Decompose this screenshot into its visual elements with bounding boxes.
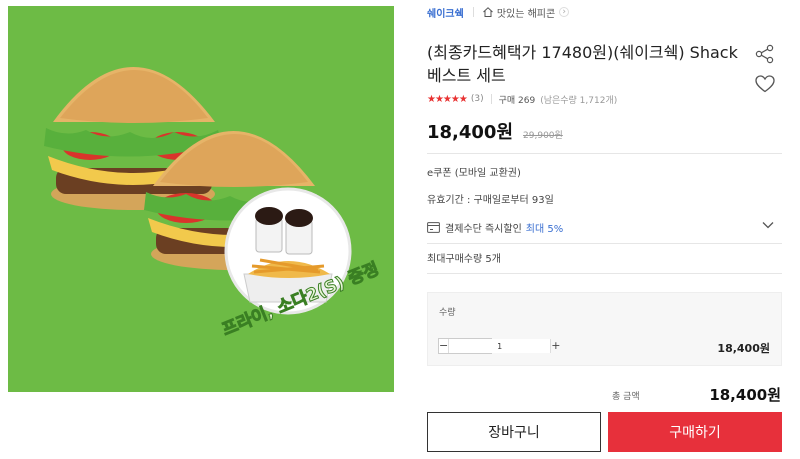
store-link[interactable]: 맛있는 해피콘 — [497, 5, 555, 20]
purchase-count: 구매 269 — [498, 95, 536, 106]
product-image: 프라이, 소다2(S) 증정 — [8, 6, 394, 392]
quantity-input[interactable] — [448, 339, 552, 353]
add-to-cart-button[interactable]: 장바구니 — [427, 412, 601, 452]
discount-label: 결제수단 즉시할인 — [445, 223, 522, 235]
price-row: 18,400원 29,900원 — [427, 118, 563, 143]
divider — [472, 7, 474, 17]
total-label: 총 금액 — [612, 392, 640, 402]
divider — [490, 94, 492, 104]
validity-period: 유효기간 : 구매일로부터 93일 — [427, 195, 554, 206]
star-rating: ★★★★★ — [427, 93, 468, 105]
discount-value: 최대 5% — [525, 223, 564, 235]
sale-price: 18,400원 — [427, 122, 514, 143]
max-purchase-quantity: 최대구매수량 5개 — [427, 254, 501, 265]
heart-icon[interactable] — [754, 74, 776, 94]
review-count-link[interactable]: (3) — [471, 94, 484, 104]
divider — [427, 243, 782, 244]
credit-card-icon — [427, 221, 440, 233]
chevron-right-icon[interactable]: › — [559, 7, 570, 17]
increase-button[interactable]: + — [551, 339, 560, 353]
coupon-type: e쿠폰 (모바일 교환권) — [427, 168, 521, 179]
share-icon[interactable] — [754, 44, 776, 64]
total-price: 18,400원 — [709, 386, 781, 404]
quantity-label: 수량 — [439, 308, 456, 318]
chevron-down-icon[interactable] — [762, 220, 774, 230]
divider — [427, 273, 782, 274]
quantity-box: 수량 − + 18,400원 — [427, 292, 782, 366]
original-price: 29,900원 — [523, 131, 563, 141]
quantity-stepper: − + — [438, 338, 560, 354]
house-icon — [482, 7, 493, 17]
buy-now-button[interactable]: 구매하기 — [608, 412, 782, 452]
total-row: 총 금액 18,400원 — [427, 384, 782, 404]
product-title: (최종카드혜택가 17480원)(쉐이크쉑) Shack 베스트 세트 — [427, 43, 738, 85]
decrease-button[interactable]: − — [439, 339, 448, 353]
burger-set-illustration: 프라이, 소다2(S) 증정 — [8, 6, 394, 392]
line-price: 18,400원 — [717, 342, 770, 355]
brand-breadcrumb: 쉐이크쉑 맛있는 해피콘 › — [427, 4, 570, 20]
brand-link[interactable]: 쉐이크쉑 — [427, 5, 464, 20]
product-detail-panel: 쉐이크쉑 맛있는 해피콘 › (최종카드혜택가 17480원)(쉐이크쉑) Sh… — [427, 0, 782, 459]
divider — [427, 153, 782, 154]
rating-row: ★★★★★ (3) 구매 269 (남은수량 1,712개) — [427, 92, 617, 106]
remaining-stock: (남은수량 1,712개) — [540, 95, 618, 106]
payment-discount-toggle[interactable]: 결제수단 즉시할인 최대 5% — [427, 219, 782, 235]
